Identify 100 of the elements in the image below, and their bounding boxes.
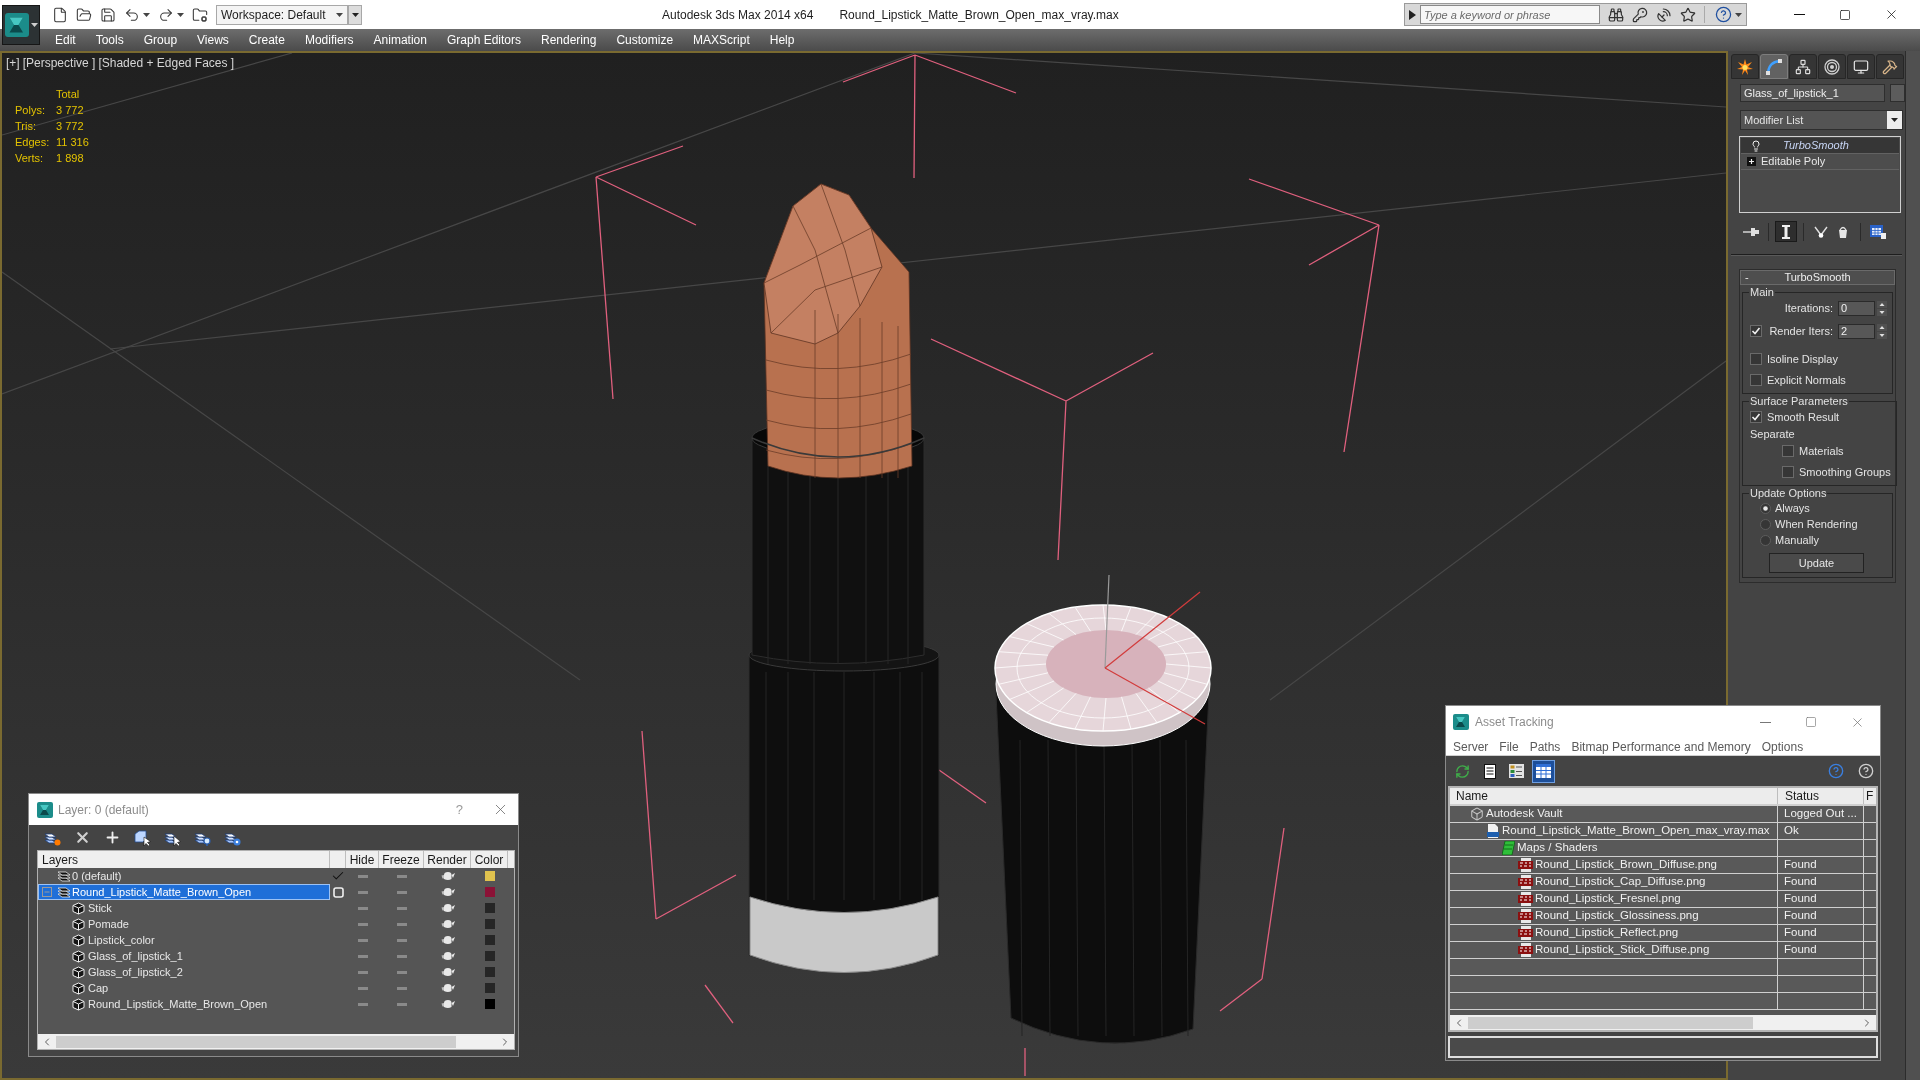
layer-item[interactable]: Round_Lipstick_Matte_Brown_Open (38, 884, 330, 900)
workspace-dropdown[interactable]: Workspace: Default (216, 4, 348, 25)
menu-item[interactable]: Rendering (541, 34, 597, 46)
new-file-icon[interactable] (52, 6, 68, 23)
teapot-icon[interactable] (440, 903, 455, 913)
object-name-field[interactable]: Glass_of_lipstick_1 (1740, 84, 1886, 102)
color-swatch-icon[interactable] (484, 983, 495, 993)
teapot-icon[interactable] (440, 887, 455, 897)
teapot-icon[interactable] (440, 919, 455, 929)
star-icon[interactable] (1680, 6, 1696, 23)
viewport-label[interactable]: [Shaded + Edged Faces ] (98, 55, 235, 71)
color-swatch-icon[interactable] (484, 999, 495, 1009)
menu-item[interactable]: Options (1761, 740, 1804, 753)
table-row[interactable]: Round_Lipstick_Brown_Diffuse.png Found (1450, 857, 1876, 874)
teapot-icon[interactable] (440, 951, 455, 961)
key-icon[interactable] (1632, 6, 1648, 23)
panel-tab[interactable] (1847, 54, 1875, 79)
toolbar-button[interactable] (1532, 759, 1555, 783)
empty-box-icon[interactable] (332, 886, 344, 898)
open-folder-icon[interactable] (76, 6, 92, 23)
menu-item[interactable]: Server (1453, 740, 1489, 753)
menu-item[interactable]: Edit (55, 34, 76, 46)
menu-item[interactable]: Group (143, 34, 178, 46)
checkbox[interactable] (1750, 325, 1762, 337)
menu-item[interactable]: Views (197, 34, 229, 46)
menu-item[interactable]: Help (769, 34, 795, 46)
radio-button[interactable] (1760, 534, 1771, 546)
checkmark-icon[interactable] (331, 869, 345, 883)
search-field[interactable]: Type a keyword or phrase (1420, 5, 1600, 24)
panel-tab[interactable] (1876, 54, 1904, 79)
update-button[interactable]: Update (1769, 553, 1864, 573)
expand-arrow-icon[interactable] (1409, 9, 1416, 20)
checkbox[interactable] (1750, 374, 1762, 386)
table-row[interactable]: Round_Lipstick_Cap_Diffuse.png Found (1450, 874, 1876, 891)
plus-icon[interactable] (104, 829, 121, 846)
cube-cursor-icon[interactable] (134, 829, 151, 846)
modifier-stack-item[interactable]: TurboSmooth (1741, 138, 1899, 154)
color-swatch-icon[interactable] (484, 887, 495, 897)
save-icon[interactable] (100, 6, 116, 23)
checkbox[interactable] (1750, 411, 1762, 423)
delete-icon[interactable] (74, 829, 91, 846)
scrollbar-thumb[interactable] (1468, 1016, 1753, 1029)
binoculars-icon[interactable] (1608, 6, 1624, 23)
lightbulb-icon[interactable] (1750, 139, 1762, 152)
color-swatch-icon[interactable] (484, 967, 495, 977)
checkbox[interactable] (1750, 353, 1762, 365)
table-row[interactable]: Round_Lipstick_Reflect.png Found (1450, 925, 1876, 942)
table-row[interactable]: Round_Lipstick_Fresnel.png Found (1450, 891, 1876, 908)
menu-item[interactable]: MAXScript (693, 34, 750, 46)
menu-item[interactable]: Customize (616, 34, 674, 46)
color-swatch-icon[interactable] (484, 951, 495, 961)
menu-item[interactable]: Graph Editors (446, 34, 521, 46)
rollout-header[interactable]: - TurboSmooth (1740, 270, 1895, 285)
radio-button[interactable] (1760, 502, 1771, 514)
redo-icon[interactable] (158, 6, 174, 23)
radio-button[interactable] (1760, 518, 1771, 530)
undo-icon[interactable] (124, 6, 140, 23)
object-color-swatch[interactable] (1890, 84, 1905, 102)
stack-tool-button[interactable] (1775, 221, 1797, 242)
menu-item[interactable]: Tools (95, 34, 124, 46)
teapot-icon[interactable] (440, 871, 455, 881)
table-row[interactable]: Round_Lipstick_Stick_Diffuse.png Found (1450, 942, 1876, 959)
panel-tab[interactable] (1818, 54, 1846, 79)
table-row[interactable]: Maps / Shaders (1450, 840, 1876, 857)
toolbar-menu-button[interactable] (348, 4, 362, 25)
expand-plus-icon[interactable] (1747, 157, 1756, 166)
teapot-icon[interactable] (440, 935, 455, 945)
spinner-arrows-icon[interactable] (1877, 323, 1887, 339)
application-button[interactable] (2, 5, 40, 45)
color-swatch-icon[interactable] (484, 919, 495, 929)
satellite-dish-icon[interactable] (1656, 6, 1672, 23)
checkbox[interactable] (1782, 466, 1794, 478)
teapot-icon[interactable] (440, 983, 455, 993)
table-row[interactable]: Round_Lipstick_Matte_Brown_Open_max_vray.max Ok (1450, 823, 1876, 840)
menu-item[interactable]: Modifiers (304, 34, 354, 46)
teapot-icon[interactable] (440, 967, 455, 977)
table-row[interactable]: Autodesk Vault Logged Out ... (1450, 806, 1876, 823)
spinner-field[interactable]: 0 (1838, 300, 1875, 316)
color-swatch-icon[interactable] (484, 903, 495, 913)
help-icon[interactable] (1715, 6, 1732, 23)
caret-icon[interactable] (143, 12, 150, 17)
spinner-arrows-icon[interactable] (1877, 300, 1887, 316)
menu-item[interactable]: Paths (1529, 740, 1561, 753)
folder-gear-icon[interactable] (192, 6, 208, 23)
viewport-label[interactable]: [+] (6, 55, 20, 71)
panel-tab[interactable] (1731, 54, 1759, 79)
table-row[interactable]: Round_Lipstick_Glossiness.png Found (1450, 908, 1876, 925)
layer-item[interactable]: 0 (default) (38, 868, 330, 884)
color-swatch-icon[interactable] (484, 935, 495, 945)
color-swatch-icon[interactable] (484, 871, 495, 881)
modifier-list-dropdown[interactable]: Modifier List (1740, 110, 1903, 130)
caret-icon[interactable] (1735, 12, 1742, 17)
modifier-stack-item[interactable]: Editable Poly (1741, 154, 1899, 170)
viewport-label[interactable]: [Perspective ] (22, 55, 96, 71)
scrollbar-thumb[interactable] (56, 1035, 456, 1048)
menu-item[interactable]: Create (248, 34, 285, 46)
spinner-field[interactable]: 2 (1838, 323, 1875, 339)
menu-item[interactable]: Animation (373, 34, 427, 46)
checkbox[interactable] (1782, 445, 1794, 457)
teapot-icon[interactable] (440, 999, 455, 1009)
